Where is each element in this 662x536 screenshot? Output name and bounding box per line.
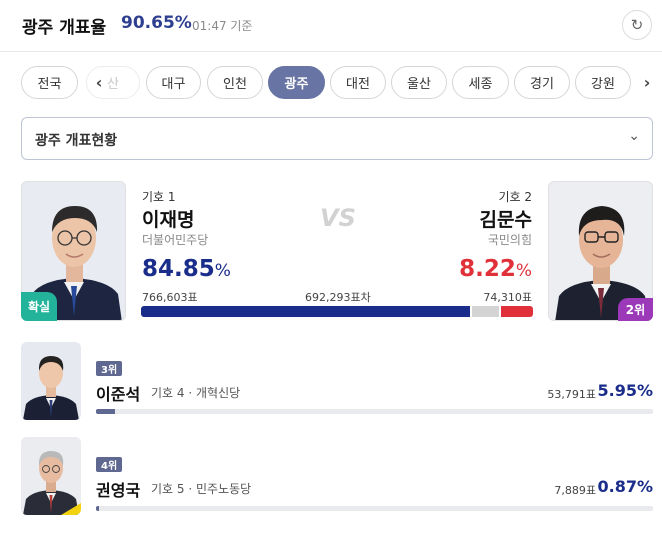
candidate-2-votes: 74,310표 — [483, 291, 532, 304]
refresh-icon: ↻ — [630, 16, 644, 34]
vote-share-bar — [141, 306, 533, 317]
candidate-1-share-fill — [141, 306, 470, 317]
candidate-4-number-party: 기호 5 · 민주노동당 — [151, 482, 252, 496]
region-select[interactable]: 광주 개표현황 ⌄ — [21, 117, 653, 160]
chevron-left-icon[interactable]: ‹ — [88, 66, 110, 99]
tab-region[interactable]: 울산 — [391, 66, 447, 99]
winner-badge: 확실 — [21, 292, 57, 321]
candidate-1-number: 기호 1 — [142, 190, 176, 204]
candidate-4-percent: 0.87% — [597, 477, 653, 496]
region-select-label: 광주 개표현황 — [35, 133, 118, 149]
rank-badge: 3위 — [96, 361, 123, 376]
tab-region[interactable]: 전국 — [21, 66, 78, 99]
count-rate: 90.65% — [121, 13, 192, 33]
tab-region[interactable]: 경기 — [514, 66, 570, 99]
candidate-2-share-fill — [501, 306, 533, 317]
tab-region[interactable]: 세종 — [452, 66, 509, 99]
others-share-fill — [472, 306, 499, 317]
tab-region[interactable]: 강원 — [575, 66, 631, 99]
candidate-4-name: 권영국 — [96, 481, 141, 500]
header: 광주 개표율 90.65% 01:47 기준 ↻ — [0, 0, 662, 52]
candidate-4-share-fill — [96, 506, 99, 511]
vote-gap: 692,293표차 — [305, 291, 371, 304]
update-time: 01:47 기준 — [192, 19, 253, 33]
page-title: 광주 개표율 — [22, 18, 107, 38]
candidate-3-share-bar — [96, 409, 653, 414]
candidate-1-votes: 766,603표 — [142, 291, 198, 304]
candidate-1-party: 더불어민주당 — [142, 233, 209, 247]
region-tabs: 전국 산 ‹ 대구 인천 광주 대전 울산 세종 경기 강원 › — [0, 62, 662, 104]
candidate-1-name: 이재명 — [142, 209, 195, 231]
candidate-4-votes: 7,889표 — [554, 484, 596, 497]
chevron-down-icon: ⌄ — [628, 128, 640, 144]
refresh-button[interactable]: ↻ — [622, 10, 652, 40]
chevron-right-icon[interactable]: › — [636, 66, 658, 99]
rank-badge: 2위 — [618, 298, 653, 321]
candidate-3-number-party: 기호 4 · 개혁신당 — [151, 386, 241, 400]
candidate-3-name: 이준석 — [96, 385, 141, 404]
candidate-3-photo — [21, 342, 81, 420]
candidate-4-photo — [21, 437, 81, 515]
tab-region[interactable]: 대전 — [330, 66, 386, 99]
candidate-3-percent: 5.95% — [597, 381, 653, 400]
tab-region[interactable]: 인천 — [207, 66, 263, 99]
candidate-2-percent: 8.22% — [459, 256, 532, 282]
candidate-4-share-bar — [96, 506, 653, 511]
tab-region-active[interactable]: 광주 — [268, 66, 325, 99]
candidate-2-party: 국민의힘 — [487, 233, 532, 247]
candidate-2-number: 기호 2 — [498, 190, 532, 204]
rank-badge: 4위 — [96, 457, 123, 472]
candidate-3-votes: 53,791표 — [547, 388, 596, 401]
vs-label: VS — [320, 204, 356, 232]
candidate-3-share-fill — [96, 409, 115, 414]
candidate-1-percent: 84.85% — [142, 256, 231, 282]
tab-region[interactable]: 대구 — [146, 66, 201, 99]
candidate-2-name: 김문수 — [479, 209, 532, 231]
